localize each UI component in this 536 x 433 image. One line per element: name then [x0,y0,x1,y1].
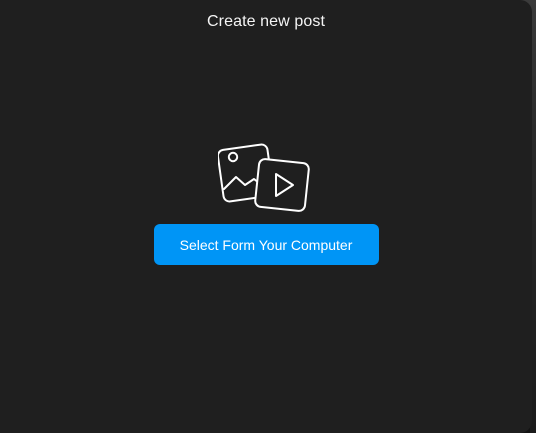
modal-header: Create new post [0,0,532,46]
photo-video-icon [218,143,310,212]
modal-body: Select Form Your Computer [0,140,532,265]
create-post-modal: Create new post Select Form Your Compute… [0,0,532,433]
modal-title: Create new post [206,13,325,30]
select-from-computer-button[interactable]: Select Form Your Computer [153,224,379,265]
